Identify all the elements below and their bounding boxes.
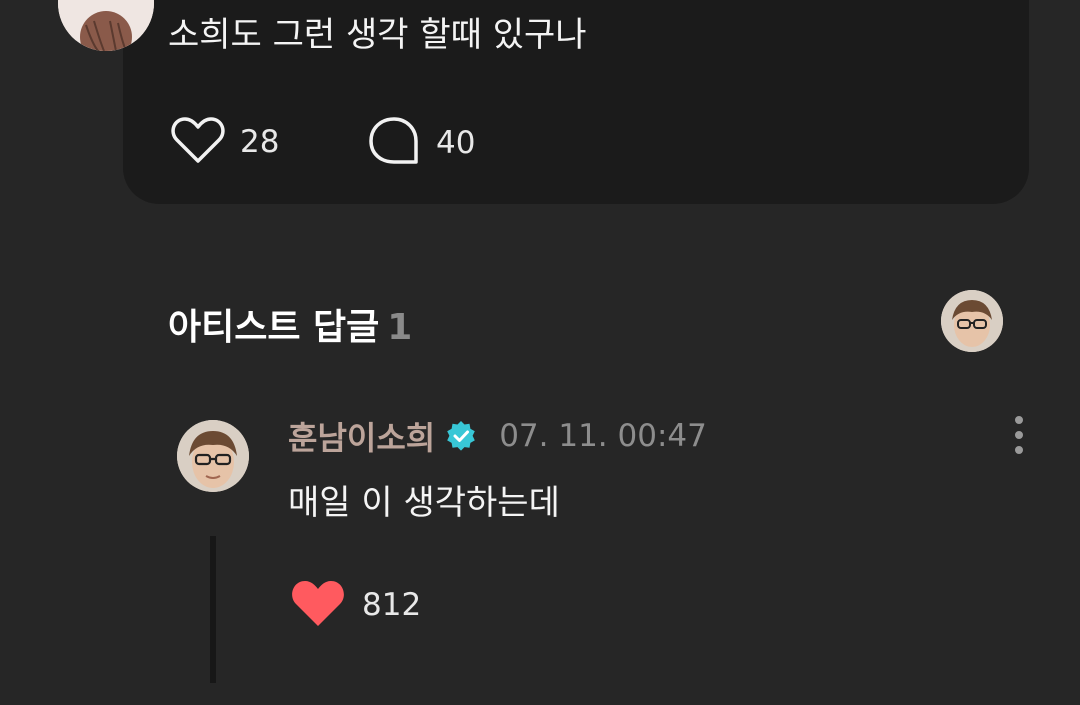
reply-header: 훈남이소희 07. 11. 00:47 bbox=[288, 413, 707, 459]
thread-line bbox=[210, 536, 216, 683]
post-like-count: 28 bbox=[240, 124, 280, 160]
post-comment-count: 40 bbox=[436, 125, 476, 161]
artist-avatar[interactable] bbox=[941, 290, 1003, 352]
post-like-button[interactable]: 28 bbox=[170, 114, 279, 170]
post-comment-button[interactable]: 40 bbox=[366, 114, 475, 172]
post-text: 소희도 그런 생각 할때 있구나 bbox=[168, 15, 587, 55]
section-title-text: 아티스트 답글 bbox=[168, 307, 380, 348]
speech-bubble-icon bbox=[366, 114, 422, 172]
more-vertical-icon[interactable] bbox=[1006, 414, 1032, 456]
heart-filled-icon bbox=[290, 578, 346, 632]
reply-like-count: 812 bbox=[362, 587, 422, 623]
verified-badge-icon bbox=[445, 420, 477, 452]
section-title: 아티스트 답글 1 bbox=[168, 298, 412, 350]
reply-like-button[interactable]: 812 bbox=[290, 578, 421, 632]
reply-text: 매일 이 생각하는데 bbox=[288, 483, 560, 523]
reply-author-name[interactable]: 훈남이소희 bbox=[288, 413, 435, 459]
heart-outline-icon bbox=[170, 114, 226, 170]
reply-author-avatar[interactable] bbox=[177, 420, 249, 492]
section-count: 1 bbox=[387, 307, 413, 348]
reply-timestamp: 07. 11. 00:47 bbox=[499, 418, 707, 454]
